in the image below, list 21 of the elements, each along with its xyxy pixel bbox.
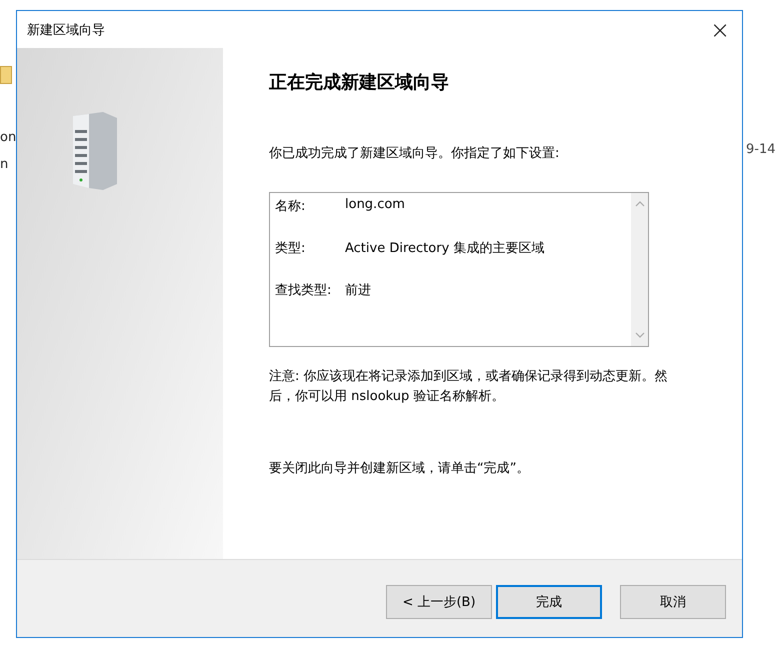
window-title: 新建区域向导 — [27, 22, 105, 38]
scroll-down-icon[interactable] — [634, 332, 644, 338]
wizard-button[interactable]: 取消 — [620, 584, 726, 618]
wizard-heading: 正在完成新建区域向导 — [269, 71, 450, 94]
setting-value: long.com — [345, 197, 405, 214]
setting-value: Active Directory 集成的主要区域 — [345, 240, 544, 258]
scroll-up-icon[interactable] — [634, 201, 644, 207]
setting-label: 查找类型: — [275, 282, 332, 300]
wizard-button[interactable]: 完成 — [496, 584, 602, 618]
background-text: n — [0, 157, 8, 172]
scrollbar[interactable] — [631, 193, 648, 346]
note-text: 注意: 你应该现在将记录添加到区域，或者确保记录得到动态更新。然后，你可以用 nslookup 验证名称解析。 — [269, 368, 669, 406]
intro-text: 你已成功完成了新建区域向导。你指定了如下设置: — [269, 145, 560, 162]
wizard-button[interactable]: < 上一步(B) — [386, 584, 492, 618]
background-text: 9-14 — [746, 142, 776, 157]
setting-value: 前进 — [345, 282, 371, 300]
closing-text: 要关闭此向导并创建新区域，请单击“完成”。 — [269, 460, 530, 478]
setting-label: 名称: — [275, 198, 306, 216]
close-button[interactable]: × — [698, 11, 742, 48]
background-text: on — [0, 130, 16, 145]
setting-label: 类型: — [275, 240, 306, 258]
